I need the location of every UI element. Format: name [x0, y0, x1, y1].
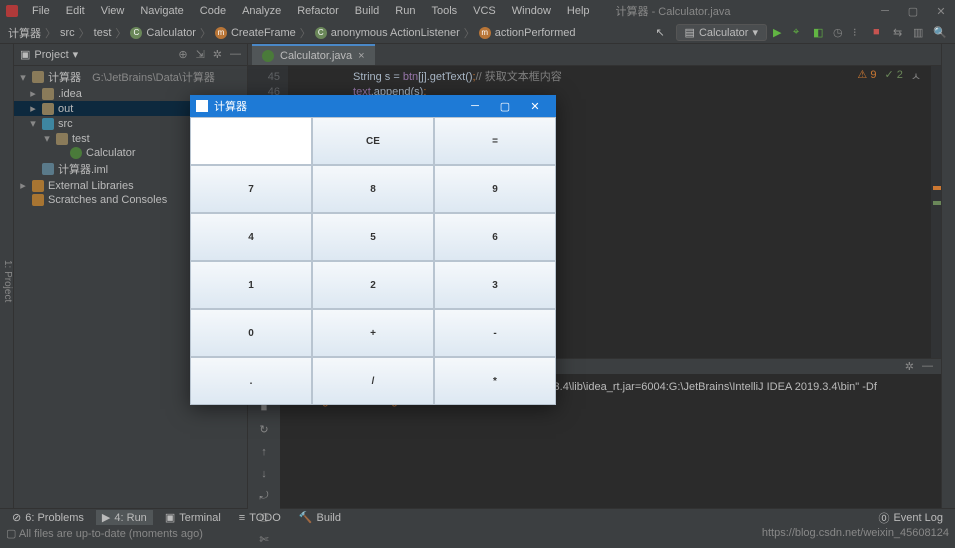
calc-btn-divide[interactable]: / — [312, 357, 434, 405]
calc-display — [190, 117, 312, 165]
calc-btn-7[interactable]: 7 — [190, 165, 312, 213]
crumb-pkg[interactable]: test — [94, 27, 112, 39]
crumb-src[interactable]: src — [60, 27, 75, 39]
search-icon[interactable]: ↖ — [656, 26, 670, 40]
tab-build[interactable]: 🔨 Build — [293, 510, 347, 525]
run-config-selector[interactable]: ▤ Calculator ▾ — [676, 24, 767, 41]
calc-btn-ce[interactable]: CE — [312, 117, 434, 165]
calc-btn-1[interactable]: 1 — [190, 261, 312, 309]
expand-all-icon[interactable]: ⇲ — [196, 48, 205, 61]
editor-tab[interactable]: Calculator.java × — [252, 44, 375, 65]
calc-btn-dot[interactable]: . — [190, 357, 312, 405]
navigation-bar: 计算器〉 src〉 test〉 CCalculator〉 mCreateFram… — [0, 22, 955, 44]
calc-btn-8[interactable]: 8 — [312, 165, 434, 213]
inspection-status[interactable]: ⚠ 9 ✓ 2 ㅅ — [857, 68, 921, 84]
wrap-icon[interactable]: ⤾ — [256, 488, 272, 504]
tree-root[interactable]: ▾计算器 G:\JetBrains\Data\计算器 — [14, 68, 247, 86]
menu-refactor[interactable]: Refactor — [291, 3, 345, 19]
title-bar: File Edit View Navigate Code Analyze Ref… — [0, 0, 955, 22]
close-button[interactable]: ✕ — [933, 5, 949, 18]
calculator-window[interactable]: 计算器 ─ ▢ ✕ CE = 7 8 9 4 5 6 1 2 3 0 + - .… — [190, 95, 556, 405]
menu-vcs[interactable]: VCS — [467, 3, 502, 19]
run-icon[interactable]: ▶ — [773, 26, 787, 40]
status-text: ▢ All files are up-to-date (moments ago) — [6, 527, 203, 540]
clear-icon[interactable]: ✄ — [256, 532, 272, 548]
menu-code[interactable]: Code — [194, 3, 232, 19]
select-opened-icon[interactable]: ⊕ — [178, 48, 187, 61]
tab-run[interactable]: ▶ 4: Run — [96, 510, 153, 525]
stop-icon[interactable]: ■ — [873, 26, 887, 40]
search-everywhere-icon[interactable]: 🔍 — [933, 26, 947, 40]
hide-icon[interactable]: — — [230, 48, 241, 61]
run-settings-icon[interactable]: ✲ — [905, 360, 914, 373]
project-view-label[interactable]: ▣ Project ▾ — [20, 48, 78, 61]
calc-maximize-button[interactable]: ▢ — [490, 100, 520, 113]
structure-icon[interactable]: ▥ — [913, 26, 927, 40]
editor-tab-label: Calculator.java — [280, 50, 352, 62]
left-tool-stripe[interactable]: 1: Project — [0, 44, 14, 508]
menu-build[interactable]: Build — [349, 3, 385, 19]
window-title: 计算器 - Calculator.java — [616, 3, 731, 19]
menu-navigate[interactable]: Navigate — [134, 3, 189, 19]
menu-view[interactable]: View — [95, 3, 131, 19]
coverage-icon[interactable]: ◧ — [813, 26, 827, 40]
calc-btn-minus[interactable]: - — [434, 309, 556, 357]
run-hide-icon[interactable]: — — [922, 360, 933, 373]
app-logo — [6, 5, 18, 17]
menu-file[interactable]: File — [26, 3, 56, 19]
crumb-class[interactable]: CCalculator — [130, 27, 196, 39]
menu-tools[interactable]: Tools — [425, 3, 463, 19]
calc-btn-equals[interactable]: = — [434, 117, 556, 165]
error-stripe[interactable] — [931, 66, 941, 358]
down-icon[interactable]: ↓ — [256, 466, 272, 482]
calc-btn-multiply[interactable]: * — [434, 357, 556, 405]
calc-app-icon — [196, 100, 208, 112]
crumb-method1[interactable]: mCreateFrame — [215, 27, 296, 39]
tab-terminal[interactable]: ▣ Terminal — [159, 510, 227, 525]
tab-event-log[interactable]: ⓪ Event Log — [872, 509, 949, 527]
minimize-button[interactable]: ─ — [877, 5, 893, 18]
calc-btn-plus[interactable]: + — [312, 309, 434, 357]
tab-todo[interactable]: ≡ TODO — [233, 511, 287, 525]
crumb-project[interactable]: 计算器 — [8, 25, 41, 41]
menu-edit[interactable]: Edit — [60, 3, 91, 19]
maximize-button[interactable]: ▢ — [905, 5, 921, 18]
calc-minimize-button[interactable]: ─ — [460, 100, 490, 113]
status-right: https://blog.csdn.net/weixin_45608124 — [762, 527, 949, 539]
restart-icon[interactable]: ↻ — [256, 422, 272, 438]
right-tool-stripe[interactable] — [941, 44, 955, 508]
menu-help[interactable]: Help — [561, 3, 596, 19]
calc-titlebar[interactable]: 计算器 ─ ▢ ✕ — [190, 95, 556, 117]
menu-run[interactable]: Run — [389, 3, 421, 19]
close-tab-icon[interactable]: × — [358, 50, 364, 62]
calc-btn-9[interactable]: 9 — [434, 165, 556, 213]
attach-icon[interactable]: ⁝ — [853, 26, 867, 40]
calc-close-button[interactable]: ✕ — [520, 100, 550, 113]
calc-btn-4[interactable]: 4 — [190, 213, 312, 261]
menu-window[interactable]: Window — [506, 3, 557, 19]
calc-btn-5[interactable]: 5 — [312, 213, 434, 261]
vcs-icon[interactable]: ⇆ — [893, 26, 907, 40]
main-menu: File Edit View Navigate Code Analyze Ref… — [26, 3, 596, 19]
calc-btn-0[interactable]: 0 — [190, 309, 312, 357]
calc-btn-6[interactable]: 6 — [434, 213, 556, 261]
debug-icon[interactable]: ⌖ — [793, 26, 807, 40]
calc-title: 计算器 — [214, 98, 247, 114]
crumb-anon[interactable]: Canonymous ActionListener — [315, 27, 460, 39]
class-icon — [262, 50, 274, 62]
tab-problems[interactable]: ⊘ 6: Problems — [6, 510, 90, 525]
menu-analyze[interactable]: Analyze — [236, 3, 287, 19]
calc-button-grid: CE = 7 8 9 4 5 6 1 2 3 0 + - . / * — [190, 117, 556, 405]
profile-icon[interactable]: ◷ — [833, 26, 847, 40]
calc-btn-2[interactable]: 2 — [312, 261, 434, 309]
up-icon[interactable]: ↑ — [256, 444, 272, 460]
crumb-method2[interactable]: mactionPerformed — [479, 27, 576, 39]
calc-btn-3[interactable]: 3 — [434, 261, 556, 309]
settings-icon[interactable]: ✲ — [213, 48, 222, 61]
